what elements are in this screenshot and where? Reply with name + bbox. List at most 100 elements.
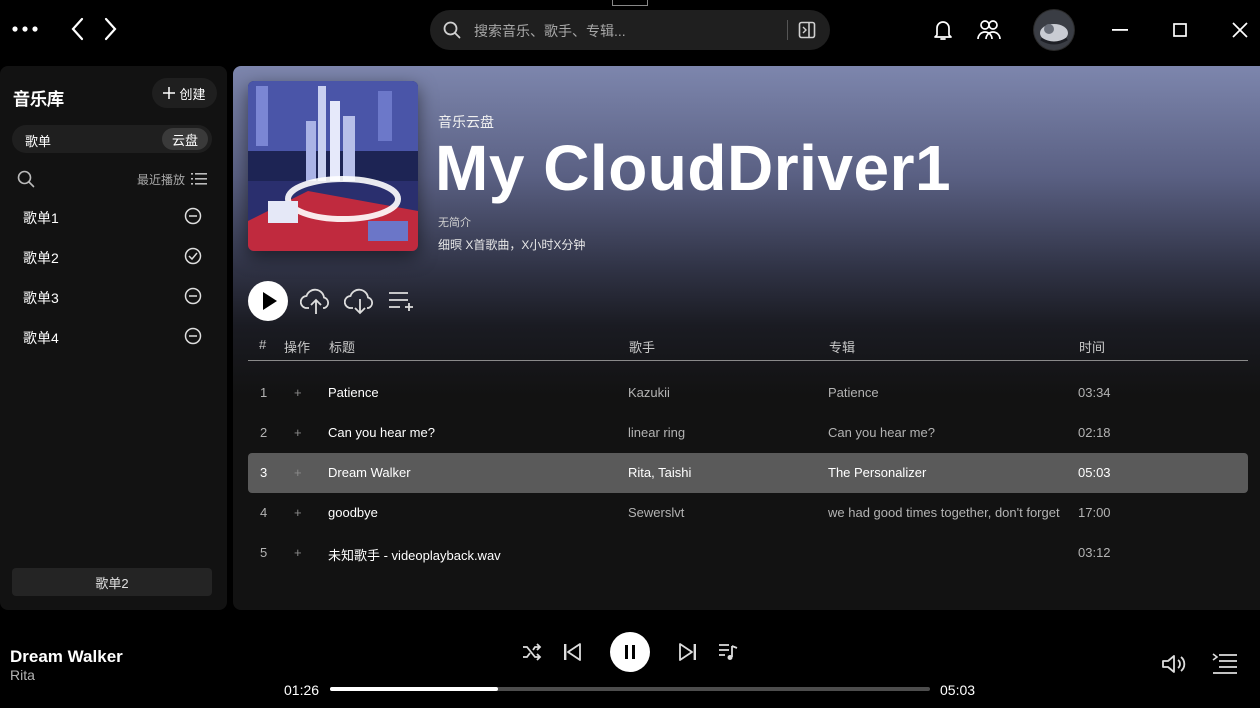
next-track-icon[interactable] xyxy=(676,640,700,664)
track-album[interactable]: Can you hear me? xyxy=(828,425,935,440)
playlist-queue-icon[interactable] xyxy=(1210,651,1240,677)
add-to-queue-icon[interactable] xyxy=(386,285,418,317)
track-number: 5 xyxy=(260,545,268,560)
col-header-title[interactable]: 标题 xyxy=(329,337,355,356)
track-number: 1 xyxy=(260,385,268,400)
check-circle-icon[interactable] xyxy=(184,247,202,265)
library-search-icon[interactable] xyxy=(17,170,35,188)
more-menu-icon[interactable] xyxy=(10,18,40,40)
col-header-artist[interactable]: 歌手 xyxy=(629,337,655,356)
search-bar[interactable]: 搜索音乐、歌手、专辑... xyxy=(430,10,830,50)
track-number: 4 xyxy=(260,505,268,520)
sidebar-item-label: 歌单3 xyxy=(23,290,59,306)
window-drag-handle[interactable] xyxy=(612,0,648,6)
pause-button[interactable] xyxy=(610,632,650,672)
progress-bar[interactable] xyxy=(330,687,930,691)
sidebar-item-label: 歌单2 xyxy=(23,250,59,266)
track-duration: 17:00 xyxy=(1078,505,1111,520)
plus-icon xyxy=(163,87,176,99)
library-sidebar: 音乐库 创建 歌单 云盘 最近播放 歌单1 歌单2 歌单3 歌单4 歌单2 xyxy=(0,66,227,610)
toggle-cloud-drive[interactable]: 云盘 xyxy=(162,128,208,150)
create-playlist-button[interactable]: 创建 xyxy=(152,78,217,108)
track-duration: 05:03 xyxy=(1078,465,1111,480)
add-track-button[interactable]: + xyxy=(294,425,302,440)
create-label: 创建 xyxy=(179,86,206,102)
current-playlist-button[interactable]: 歌单2 xyxy=(12,568,212,596)
track-number: 3 xyxy=(260,465,268,480)
now-playing-artist[interactable]: Rita xyxy=(10,667,35,683)
back-arrow-icon[interactable] xyxy=(66,15,88,43)
track-album[interactable]: The Personalizer xyxy=(828,465,926,480)
add-track-button[interactable]: + xyxy=(294,505,302,520)
search-input[interactable]: 搜索音乐、歌手、专辑... xyxy=(474,21,626,41)
track-artist[interactable]: Rita, Taishi xyxy=(628,465,691,480)
table-row[interactable]: 2 + Can you hear me? linear ring Can you… xyxy=(248,413,1248,453)
add-track-button[interactable]: + xyxy=(294,545,302,560)
add-track-button[interactable]: + xyxy=(294,385,302,400)
sidebar-item-label: 歌单4 xyxy=(23,330,59,346)
sidebar-item-playlist1[interactable]: 歌单1 xyxy=(0,196,227,236)
sidebar-item-playlist2[interactable]: 歌单2 xyxy=(0,236,227,276)
now-playing-title[interactable]: Dream Walker xyxy=(10,647,123,667)
add-track-button[interactable]: + xyxy=(294,465,302,480)
playlist-kind: 音乐云盘 xyxy=(438,114,494,130)
search-icon xyxy=(443,21,461,39)
minimize-icon[interactable] xyxy=(1108,18,1132,42)
list-sort-icon[interactable] xyxy=(191,172,207,186)
col-header-time[interactable]: 时间 xyxy=(1079,337,1105,356)
previous-track-icon[interactable] xyxy=(560,640,584,664)
col-header-album[interactable]: 专辑 xyxy=(829,337,855,356)
cover-art xyxy=(248,81,418,251)
sidebar-item-playlist4[interactable]: 歌单4 xyxy=(0,316,227,356)
volume-icon[interactable] xyxy=(1160,651,1190,677)
playlist-description: 无简介 xyxy=(438,217,471,229)
track-artist[interactable]: Sewerslvt xyxy=(628,505,684,520)
cloud-download-icon[interactable] xyxy=(342,283,378,319)
table-row[interactable]: 5 + 未知歌手 - videoplayback.wav 03:12 xyxy=(248,533,1248,573)
forward-arrow-icon[interactable] xyxy=(100,15,122,43)
sidebar-item-playlist3[interactable]: 歌单3 xyxy=(0,276,227,316)
playlist-view: 音乐云盘 My CloudDriver1 无简介 细暝 X首歌曲，X小时X分钟 … xyxy=(233,66,1260,610)
minus-circle-icon[interactable] xyxy=(184,327,202,345)
sidebar-item-label: 歌单1 xyxy=(23,210,59,226)
browse-panel-icon[interactable] xyxy=(798,21,816,39)
track-title: 未知歌手 - videoplayback.wav xyxy=(328,548,501,563)
shuffle-icon[interactable] xyxy=(520,640,544,664)
minus-circle-icon[interactable] xyxy=(184,207,202,225)
track-artist[interactable]: linear ring xyxy=(628,425,685,440)
track-artist[interactable]: Kazukii xyxy=(628,385,670,400)
track-title: Patience xyxy=(328,385,379,400)
minus-circle-icon[interactable] xyxy=(184,287,202,305)
close-icon[interactable] xyxy=(1228,18,1252,42)
playlist-meta: 细暝 X首歌曲，X小时X分钟 xyxy=(438,238,586,252)
pause-icon xyxy=(625,645,635,659)
friends-icon[interactable] xyxy=(975,17,1003,43)
page-title: My CloudDriver1 xyxy=(435,132,952,204)
search-divider xyxy=(787,20,788,40)
avatar[interactable] xyxy=(1033,9,1075,51)
cloud-upload-icon[interactable] xyxy=(298,283,334,319)
track-duration: 03:12 xyxy=(1078,545,1111,560)
toggle-playlists[interactable]: 歌单 xyxy=(25,131,51,150)
table-row[interactable]: 1 + Patience Kazukii Patience 03:34 xyxy=(248,373,1248,413)
bell-icon[interactable] xyxy=(931,18,955,42)
total-duration: 05:03 xyxy=(940,682,976,698)
col-header-op: 操作 xyxy=(284,340,311,355)
table-row-selected[interactable]: 3 + Dream Walker Rita, Taishi The Person… xyxy=(248,453,1248,493)
maximize-icon[interactable] xyxy=(1168,18,1192,42)
play-icon xyxy=(263,292,277,310)
track-duration: 03:34 xyxy=(1078,385,1111,400)
track-album[interactable]: Patience xyxy=(828,385,879,400)
col-header-num: # xyxy=(259,337,267,352)
track-album[interactable]: we had good times together, don't forget xyxy=(828,505,1060,520)
track-title: Dream Walker xyxy=(328,465,411,480)
sort-recent-label[interactable]: 最近播放 xyxy=(137,171,185,188)
library-toggle: 歌单 云盘 xyxy=(12,125,212,153)
track-duration: 02:18 xyxy=(1078,425,1111,440)
table-row[interactable]: 4 + goodbye Sewerslvt we had good times … xyxy=(248,493,1248,533)
play-button[interactable] xyxy=(248,281,288,321)
track-number: 2 xyxy=(260,425,268,440)
header-divider xyxy=(248,360,1248,361)
progress-fill xyxy=(330,687,498,691)
lyrics-icon[interactable] xyxy=(716,640,740,664)
